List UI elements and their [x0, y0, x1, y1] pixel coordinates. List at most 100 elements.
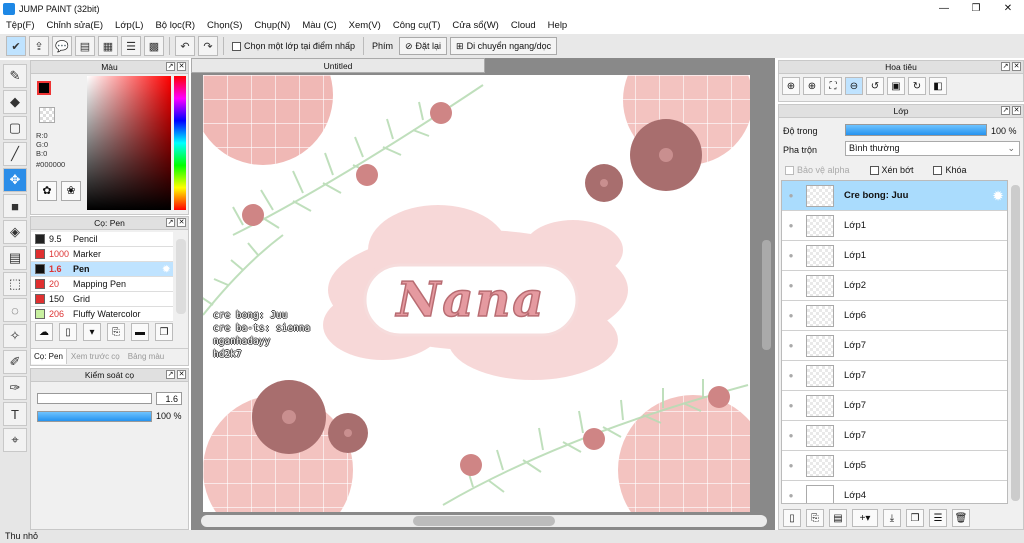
- comment-icon[interactable]: 💬: [52, 36, 72, 56]
- visibility-icon[interactable]: ●: [782, 221, 800, 230]
- tab-palette[interactable]: Bảng màu: [124, 349, 168, 364]
- close-icon[interactable]: ✕: [177, 218, 186, 227]
- brush-menu-icon[interactable]: ▾: [83, 323, 101, 341]
- visibility-icon[interactable]: ●: [782, 251, 800, 260]
- current-color-swatch[interactable]: [37, 81, 51, 95]
- settings-gear-icon[interactable]: ✹: [162, 264, 170, 275]
- line-tool-icon[interactable]: ╱: [3, 142, 27, 166]
- add-layer-menu-icon[interactable]: +▾: [852, 509, 878, 527]
- visibility-icon[interactable]: ●: [782, 341, 800, 350]
- menu-filter[interactable]: Bộ lọc(R): [149, 20, 201, 31]
- layer-opacity-slider[interactable]: [845, 124, 987, 136]
- layer-item[interactable]: ● Lớp1: [782, 211, 1007, 241]
- text-tool-icon[interactable]: T: [3, 402, 27, 426]
- visibility-icon[interactable]: ●: [782, 431, 800, 440]
- menu-edit[interactable]: Chỉnh sửa(E): [41, 20, 110, 31]
- brush-item-fluffy-watercolor[interactable]: 206 Fluffy Watercolor: [31, 307, 173, 322]
- visibility-icon[interactable]: ●: [782, 371, 800, 380]
- rotate-right-icon[interactable]: ↻: [908, 77, 926, 95]
- new-layer-copy-icon[interactable]: ⎘: [806, 509, 824, 527]
- layer-item[interactable]: ● Lớp7: [782, 391, 1007, 421]
- lock-checkbox[interactable]: Khóa: [933, 165, 967, 175]
- popout-icon[interactable]: ↗: [1001, 62, 1010, 71]
- close-icon[interactable]: ✕: [177, 62, 186, 71]
- reset-button[interactable]: ⊘ Đặt lại: [398, 37, 448, 55]
- layer-file-icon[interactable]: ▤: [829, 509, 847, 527]
- magic-wand-tool-icon[interactable]: ✧: [3, 324, 27, 348]
- select-pen-tool-icon[interactable]: ✐: [3, 350, 27, 374]
- popout-icon[interactable]: ↗: [166, 370, 175, 379]
- opacity-slider[interactable]: [37, 411, 152, 422]
- layer-item[interactable]: ● Lớp2: [782, 271, 1007, 301]
- size-value[interactable]: 1.6: [156, 392, 182, 405]
- close-icon[interactable]: ✕: [1012, 106, 1021, 115]
- layer-item[interactable]: ● Lớp7: [782, 421, 1007, 451]
- menu-color[interactable]: Màu (C): [296, 20, 342, 31]
- layer-options-icon[interactable]: ☰: [929, 509, 947, 527]
- eraser-tool-icon[interactable]: ◆: [3, 90, 27, 114]
- fill-rect-tool-icon[interactable]: ■: [3, 194, 27, 218]
- popout-icon[interactable]: ↗: [166, 62, 175, 71]
- list-icon[interactable]: ☰: [121, 36, 141, 56]
- canvas-horizontal-scrollbar-thumb[interactable]: [413, 516, 555, 526]
- blend-mode-select[interactable]: Bình thường ⌄: [845, 141, 1020, 156]
- check-icon[interactable]: ✔: [6, 36, 26, 56]
- menu-help[interactable]: Help: [542, 20, 574, 31]
- hue-slider[interactable]: [174, 76, 186, 210]
- close-button[interactable]: ✕: [992, 0, 1024, 17]
- trash-icon[interactable]: 🗑: [952, 509, 970, 527]
- layer-item[interactable]: ● Lớp1: [782, 241, 1007, 271]
- zoom-plus-icon[interactable]: ⊕: [803, 77, 821, 95]
- undo-icon[interactable]: ↶: [175, 36, 195, 56]
- new-layer-icon[interactable]: ▯: [783, 509, 801, 527]
- layer-list-scrollbar[interactable]: [1011, 185, 1020, 501]
- rectangle-tool-icon[interactable]: ▢: [3, 116, 27, 140]
- visibility-icon[interactable]: ●: [782, 281, 800, 290]
- popout-icon[interactable]: ↗: [166, 218, 175, 227]
- rotate-left-icon[interactable]: ↺: [866, 77, 884, 95]
- canvas-horizontal-scrollbar-track[interactable]: [201, 515, 767, 527]
- zoom-in-icon[interactable]: ⊕: [782, 77, 800, 95]
- transparent-swatch[interactable]: [39, 107, 55, 123]
- menu-view[interactable]: Xem(V): [343, 20, 387, 31]
- gradient-tool-icon[interactable]: ▤: [3, 246, 27, 270]
- maximize-button[interactable]: ❐: [960, 0, 992, 17]
- new-brush-icon[interactable]: ▯: [59, 323, 77, 341]
- layer-item[interactable]: ● Lớp7: [782, 361, 1007, 391]
- fit-window-icon[interactable]: ▣: [887, 77, 905, 95]
- menu-window[interactable]: Cửa sổ(W): [446, 20, 504, 31]
- grid-icon[interactable]: ▩: [144, 36, 164, 56]
- page-icon[interactable]: ▦: [98, 36, 118, 56]
- brush-item-mapping-pen[interactable]: 20 Mapping Pen: [31, 277, 173, 292]
- menu-capture[interactable]: Chụp(N): [248, 20, 296, 31]
- visibility-icon[interactable]: ●: [782, 311, 800, 320]
- menu-layer[interactable]: Lớp(L): [109, 20, 149, 31]
- export-icon[interactable]: ⇪: [29, 36, 49, 56]
- menu-file[interactable]: Tệp(F): [0, 20, 41, 31]
- layer-item[interactable]: ● Lớp6: [782, 301, 1007, 331]
- minimize-button[interactable]: —: [928, 0, 960, 17]
- popout-icon[interactable]: ↗: [1001, 106, 1010, 115]
- palette-icon[interactable]: ❀: [61, 181, 81, 201]
- message-icon[interactable]: ▤: [75, 36, 95, 56]
- visibility-icon[interactable]: ●: [782, 491, 800, 500]
- protect-alpha-checkbox[interactable]: Bảo vệ alpha: [785, 165, 850, 175]
- brush-item-pen[interactable]: 1.6 Pen ✹: [31, 262, 173, 277]
- redo-icon[interactable]: ↷: [198, 36, 218, 56]
- brush-tool-icon[interactable]: ✎: [3, 64, 27, 88]
- layer-item[interactable]: ● Lớp4: [782, 481, 1007, 503]
- brush-cloud-icon[interactable]: ☁: [35, 323, 53, 341]
- brush-item-pencil[interactable]: 9.5 Pencil: [31, 232, 173, 247]
- move-tool-icon[interactable]: ✥: [3, 168, 27, 192]
- select-eraser-tool-icon[interactable]: ✑: [3, 376, 27, 400]
- size-slider[interactable]: [37, 393, 152, 404]
- canvas-vertical-scrollbar[interactable]: [762, 240, 771, 350]
- menu-tools[interactable]: Công cụ(T): [387, 20, 447, 31]
- clip-checkbox[interactable]: Xén bớt: [869, 165, 913, 175]
- merge-icon[interactable]: ⤓: [883, 509, 901, 527]
- close-icon[interactable]: ✕: [1012, 62, 1021, 71]
- lasso-tool-icon[interactable]: ◌: [3, 298, 27, 322]
- visibility-icon[interactable]: ●: [782, 461, 800, 470]
- bucket-tool-icon[interactable]: ◈: [3, 220, 27, 244]
- color-wheel-icon[interactable]: ✿: [37, 181, 57, 201]
